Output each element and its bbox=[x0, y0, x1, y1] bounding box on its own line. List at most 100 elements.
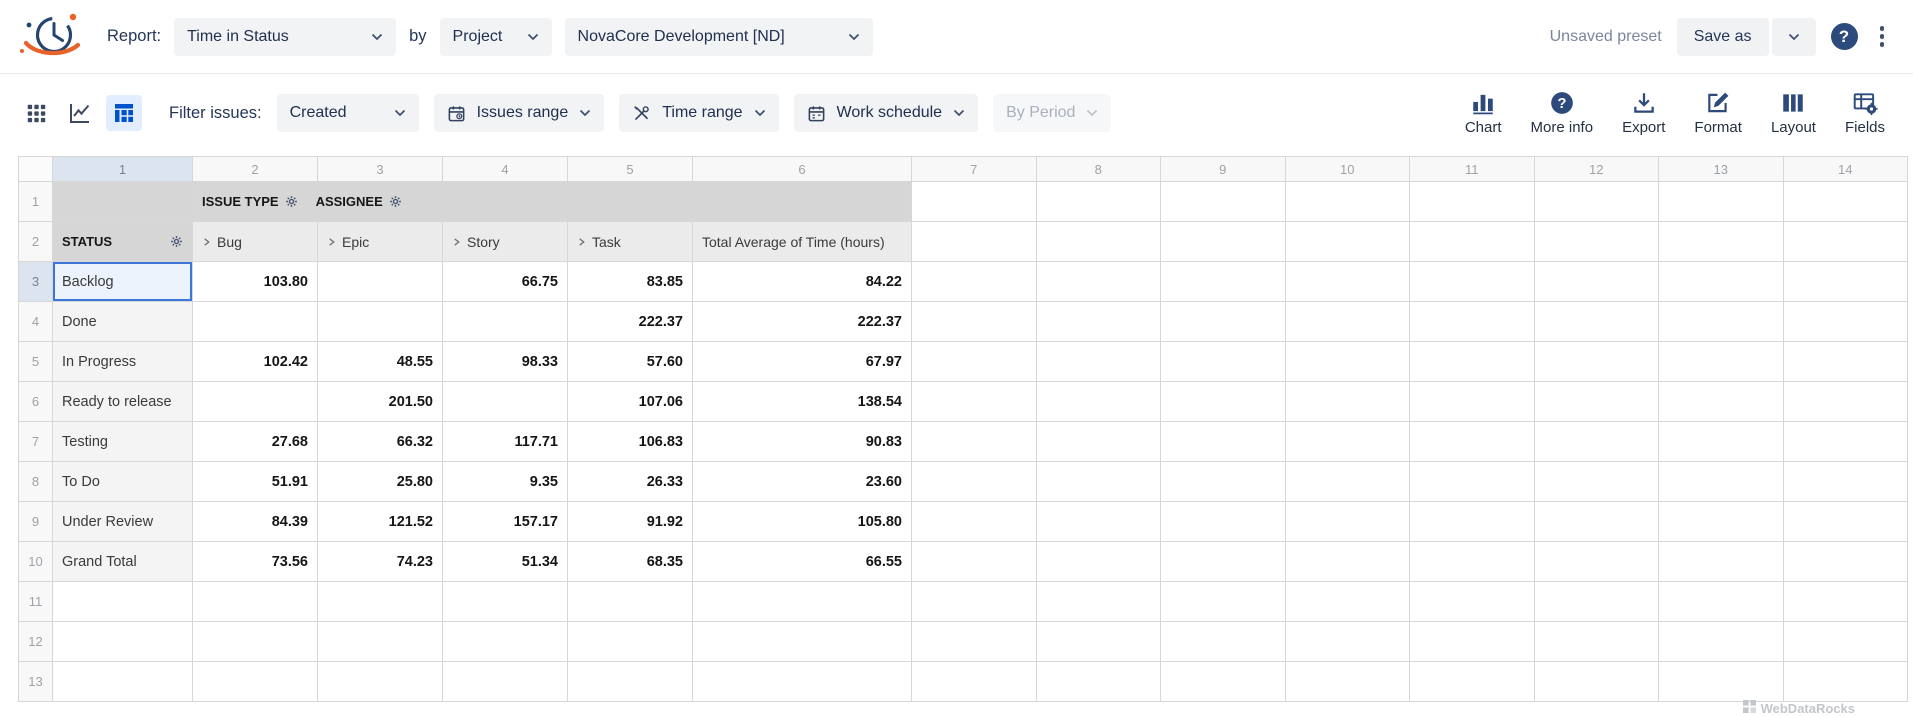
empty-cell[interactable] bbox=[1783, 582, 1908, 622]
column-number-header[interactable]: 5 bbox=[568, 157, 693, 182]
empty-cell[interactable] bbox=[912, 342, 1037, 382]
empty-cell[interactable] bbox=[1285, 182, 1410, 222]
empty-cell[interactable] bbox=[53, 622, 193, 662]
empty-cell[interactable] bbox=[1161, 582, 1286, 622]
time-range-select[interactable]: Time range bbox=[619, 94, 778, 132]
status-cell[interactable]: Done bbox=[53, 302, 193, 342]
empty-cell[interactable] bbox=[1534, 182, 1659, 222]
empty-cell[interactable] bbox=[568, 622, 693, 662]
empty-cell[interactable] bbox=[1036, 422, 1161, 462]
column-number-header[interactable]: 10 bbox=[1285, 157, 1410, 182]
empty-cell[interactable] bbox=[1036, 262, 1161, 302]
empty-cell[interactable] bbox=[1036, 342, 1161, 382]
empty-cell[interactable] bbox=[1285, 422, 1410, 462]
value-cell[interactable]: 68.35 bbox=[568, 542, 693, 582]
value-cell[interactable]: 117.71 bbox=[443, 422, 568, 462]
value-cell[interactable] bbox=[193, 302, 318, 342]
empty-cell[interactable] bbox=[193, 662, 318, 702]
empty-cell[interactable] bbox=[1161, 342, 1286, 382]
empty-cell[interactable] bbox=[1534, 302, 1659, 342]
empty-cell[interactable] bbox=[693, 582, 912, 622]
row-field-header-cell[interactable]: STATUS bbox=[53, 222, 193, 262]
action-chart[interactable]: Chart bbox=[1465, 90, 1502, 136]
save-as-dropdown-button[interactable] bbox=[1772, 18, 1816, 56]
value-cell[interactable]: 57.60 bbox=[568, 342, 693, 382]
action-export[interactable]: Export bbox=[1622, 90, 1665, 136]
empty-cell[interactable] bbox=[1036, 662, 1161, 702]
empty-cell[interactable] bbox=[1659, 302, 1784, 342]
row-number-header[interactable]: 6 bbox=[19, 382, 53, 422]
empty-cell[interactable] bbox=[1659, 542, 1784, 582]
value-cell[interactable]: 98.33 bbox=[443, 342, 568, 382]
fields-header-cell[interactable]: ISSUE TYPE ASSIGNEE bbox=[193, 182, 912, 222]
empty-cell[interactable] bbox=[1783, 422, 1908, 462]
value-cell[interactable]: 74.23 bbox=[318, 542, 443, 582]
empty-cell[interactable] bbox=[568, 662, 693, 702]
save-as-button[interactable]: Save as bbox=[1677, 18, 1769, 56]
value-cell[interactable]: 91.92 bbox=[568, 502, 693, 542]
empty-cell[interactable] bbox=[1285, 262, 1410, 302]
row-number-header[interactable]: 4 bbox=[19, 302, 53, 342]
empty-cell[interactable] bbox=[1410, 262, 1535, 302]
empty-cell[interactable] bbox=[912, 222, 1037, 262]
scope-select[interactable]: Project bbox=[440, 18, 552, 56]
empty-cell[interactable] bbox=[912, 462, 1037, 502]
empty-cell[interactable] bbox=[1534, 462, 1659, 502]
empty-cell[interactable] bbox=[1534, 542, 1659, 582]
row-number-header[interactable]: 8 bbox=[19, 462, 53, 502]
column-group-header[interactable]: Task bbox=[568, 222, 693, 262]
empty-cell[interactable] bbox=[912, 182, 1037, 222]
value-cell[interactable] bbox=[318, 262, 443, 302]
status-cell[interactable]: Under Review bbox=[53, 502, 193, 542]
column-number-header[interactable]: 11 bbox=[1410, 157, 1535, 182]
empty-cell[interactable] bbox=[1410, 222, 1535, 262]
project-select[interactable]: NovaCore Development [ND] bbox=[565, 18, 873, 56]
empty-cell[interactable] bbox=[912, 302, 1037, 342]
empty-cell[interactable] bbox=[1036, 582, 1161, 622]
value-cell[interactable]: 201.50 bbox=[318, 382, 443, 422]
column-number-header[interactable]: 8 bbox=[1036, 157, 1161, 182]
value-cell[interactable]: 66.32 bbox=[318, 422, 443, 462]
empty-cell[interactable] bbox=[1161, 542, 1286, 582]
empty-cell[interactable] bbox=[1783, 222, 1908, 262]
empty-cell[interactable] bbox=[1534, 502, 1659, 542]
empty-cell[interactable] bbox=[1534, 622, 1659, 662]
empty-cell[interactable] bbox=[1285, 582, 1410, 622]
empty-cell[interactable] bbox=[1161, 302, 1286, 342]
column-field-assignee[interactable]: ASSIGNEE bbox=[316, 194, 402, 209]
column-group-header[interactable]: Bug bbox=[193, 222, 318, 262]
column-field-issue-type[interactable]: ISSUE TYPE bbox=[202, 194, 298, 209]
row-number-header[interactable]: 2 bbox=[19, 222, 53, 262]
empty-cell[interactable] bbox=[1036, 182, 1161, 222]
empty-cell[interactable] bbox=[1410, 662, 1535, 702]
empty-cell[interactable] bbox=[53, 582, 193, 622]
webdatarocks-watermark[interactable]: WebDataRocks bbox=[1743, 700, 1855, 716]
empty-cell[interactable] bbox=[1783, 262, 1908, 302]
empty-cell[interactable] bbox=[1161, 422, 1286, 462]
empty-cell[interactable] bbox=[1534, 422, 1659, 462]
value-cell[interactable]: 83.85 bbox=[568, 262, 693, 302]
empty-cell[interactable] bbox=[912, 422, 1037, 462]
empty-cell[interactable] bbox=[1659, 662, 1784, 702]
empty-cell[interactable] bbox=[1534, 382, 1659, 422]
empty-cell[interactable] bbox=[1285, 342, 1410, 382]
issues-range-select[interactable]: Issues range bbox=[434, 94, 605, 132]
row-number-header[interactable]: 12 bbox=[19, 622, 53, 662]
status-cell[interactable]: To Do bbox=[53, 462, 193, 502]
empty-cell[interactable] bbox=[1659, 422, 1784, 462]
report-type-select[interactable]: Time in Status bbox=[174, 18, 396, 56]
value-cell[interactable]: 66.75 bbox=[443, 262, 568, 302]
empty-cell[interactable] bbox=[912, 382, 1037, 422]
gear-icon[interactable] bbox=[389, 195, 402, 208]
value-cell[interactable]: 67.97 bbox=[693, 342, 912, 382]
empty-cell[interactable] bbox=[1534, 582, 1659, 622]
empty-cell[interactable] bbox=[1659, 502, 1784, 542]
status-cell[interactable]: Ready to release bbox=[53, 382, 193, 422]
empty-cell[interactable] bbox=[912, 662, 1037, 702]
value-cell[interactable]: 106.83 bbox=[568, 422, 693, 462]
empty-cell[interactable] bbox=[912, 582, 1037, 622]
apps-grid-view-button[interactable] bbox=[18, 95, 54, 131]
pivot-table-view-button[interactable] bbox=[106, 95, 142, 131]
empty-cell[interactable] bbox=[693, 622, 912, 662]
empty-cell[interactable] bbox=[1161, 662, 1286, 702]
